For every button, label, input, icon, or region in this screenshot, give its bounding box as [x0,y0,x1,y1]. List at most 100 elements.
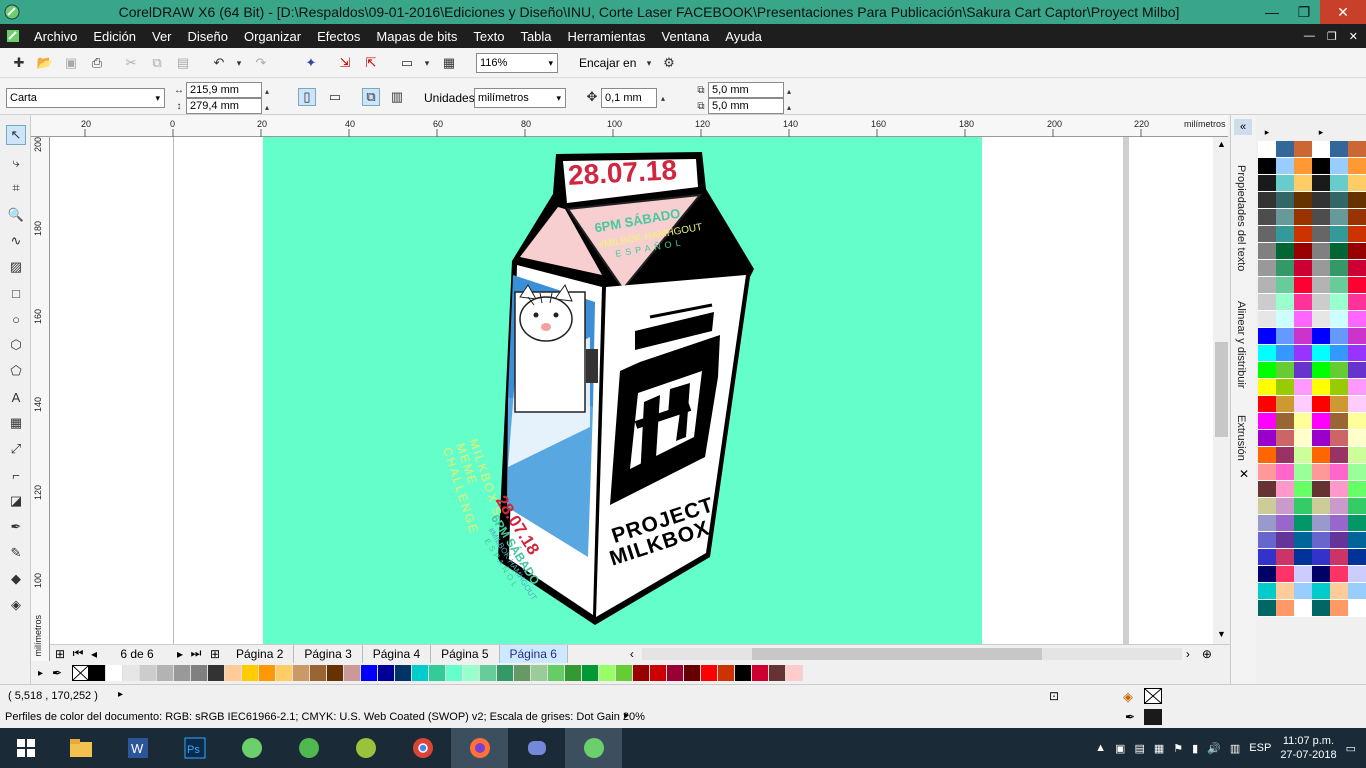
bottom-color-swatch[interactable] [412,665,429,681]
bottom-color-swatch[interactable] [242,665,259,681]
bottom-color-swatch[interactable] [446,665,463,681]
snap-dropdown-icon[interactable]: ▾ [640,54,658,72]
hscroll-left-icon[interactable]: ‹ [630,647,642,661]
vertical-ruler[interactable]: 200 180 160 140 120 100 milímetros [31,137,50,661]
color-swatch[interactable] [1330,600,1348,617]
text-tool-icon[interactable]: A [6,387,26,407]
bottom-color-swatch[interactable] [565,665,582,681]
bottom-color-swatch[interactable] [123,665,140,681]
tray-app3-icon[interactable]: ▦ [1154,742,1164,755]
bottom-color-swatch[interactable] [140,665,157,681]
ellipse-tool-icon[interactable]: ○ [6,309,26,329]
bottom-color-swatch[interactable] [735,665,752,681]
color-swatch[interactable] [1294,532,1312,549]
corel-photopaint-icon[interactable] [337,728,394,768]
color-swatch[interactable] [1330,345,1348,362]
menu-diseno[interactable]: Diseño [180,29,236,44]
prev-page-icon[interactable]: ◂ [86,647,102,661]
drawing-canvas[interactable]: 28.07.18 6PM SÁBADO #MILBOK-HAMHGOUT ESP… [50,137,1213,644]
bottom-color-swatch[interactable] [548,665,565,681]
color-swatch[interactable] [1348,158,1366,175]
menu-mapas-de-bits[interactable]: Mapas de bits [368,29,465,44]
color-swatch[interactable] [1312,175,1330,192]
close-button[interactable]: ✕ [1320,0,1366,24]
undo-icon[interactable]: ↶ [210,54,228,72]
color-swatch[interactable] [1276,226,1294,243]
color-swatch[interactable] [1258,396,1276,413]
color-swatch[interactable] [1348,243,1366,260]
corel-connect-icon[interactable] [280,728,337,768]
color-swatch[interactable] [1312,379,1330,396]
color-swatch[interactable] [1312,209,1330,226]
bottom-color-swatch[interactable] [684,665,701,681]
height-spinner-icon[interactable]: ▴ [262,98,272,116]
color-swatch[interactable] [1294,515,1312,532]
polygon-tool-icon[interactable]: ⬡ [6,335,26,355]
color-swatch[interactable] [1258,158,1276,175]
menu-ventana[interactable]: Ventana [654,29,718,44]
color-swatch[interactable] [1330,311,1348,328]
coreldraw-app-icon[interactable] [2,2,22,22]
color-swatch[interactable] [1276,532,1294,549]
bottom-color-swatch[interactable] [701,665,718,681]
basic-shapes-icon[interactable]: ⬠ [6,361,26,381]
all-pages-icon[interactable]: ⧉ [362,88,380,106]
current-page-icon[interactable]: ▥ [388,88,406,106]
bottom-color-swatch[interactable] [531,665,548,681]
dimension-tool-icon[interactable]: ⤢ [6,439,26,459]
color-swatch[interactable] [1276,243,1294,260]
save-icon[interactable]: ▣ [62,54,80,72]
color-swatch[interactable] [1276,158,1294,175]
color-profile-text[interactable]: Perfiles de color del documento: RGB: sR… [5,711,645,723]
color-swatch[interactable] [1348,430,1366,447]
connector-tool-icon[interactable]: ⌐ [6,465,26,485]
pick-tool-icon[interactable]: ↖ [6,125,26,145]
color-swatch[interactable] [1330,294,1348,311]
vertical-scrollbar[interactable]: ▲ ▼ [1213,137,1230,644]
color-swatch[interactable] [1330,413,1348,430]
duplicate-x-input[interactable]: 5,0 mm [708,82,784,98]
color-swatch[interactable] [1330,175,1348,192]
page-tab-6[interactable]: Página 6 [499,644,568,663]
color-swatch[interactable] [1276,396,1294,413]
bottom-color-swatch[interactable] [89,665,106,681]
color-swatch[interactable] [1276,175,1294,192]
search-content-icon[interactable]: ✦ [302,54,320,72]
color-swatch[interactable] [1312,226,1330,243]
menu-ayuda[interactable]: Ayuda [717,29,770,44]
color-swatch[interactable] [1330,226,1348,243]
color-swatch[interactable] [1312,566,1330,583]
page-tab-2[interactable]: Página 2 [226,644,295,663]
color-swatch[interactable] [1258,464,1276,481]
color-swatch[interactable] [1330,549,1348,566]
color-swatch[interactable] [1294,243,1312,260]
color-swatch[interactable] [1258,498,1276,515]
welcome-screen-icon[interactable]: ▦ [440,54,458,72]
bottom-color-swatch[interactable] [395,665,412,681]
bottom-color-swatch[interactable] [344,665,361,681]
color-swatch[interactable] [1294,192,1312,209]
menu-edicion[interactable]: Edición [85,29,144,44]
bottom-color-swatch[interactable] [225,665,242,681]
color-swatch[interactable] [1258,532,1276,549]
menu-ver[interactable]: Ver [144,29,180,44]
color-swatch[interactable] [1258,566,1276,583]
bottom-color-swatch[interactable] [786,665,803,681]
color-swatch[interactable] [1258,243,1276,260]
color-swatch[interactable] [1330,447,1348,464]
color-swatch[interactable] [1348,141,1366,158]
next-page-icon[interactable]: ▸ [172,647,188,661]
color-swatch[interactable] [1312,294,1330,311]
color-swatch[interactable] [1276,141,1294,158]
color-swatch[interactable] [1312,260,1330,277]
color-swatch[interactable] [1294,600,1312,617]
color-swatch[interactable] [1276,345,1294,362]
color-swatch[interactable] [1312,328,1330,345]
color-swatch[interactable] [1312,192,1330,209]
color-swatch[interactable] [1348,532,1366,549]
color-swatch[interactable] [1294,566,1312,583]
color-swatch[interactable] [1294,345,1312,362]
color-swatch[interactable] [1276,362,1294,379]
redo-icon[interactable]: ↷ [252,54,270,72]
add-page-icon[interactable]: ⊞ [50,647,70,661]
